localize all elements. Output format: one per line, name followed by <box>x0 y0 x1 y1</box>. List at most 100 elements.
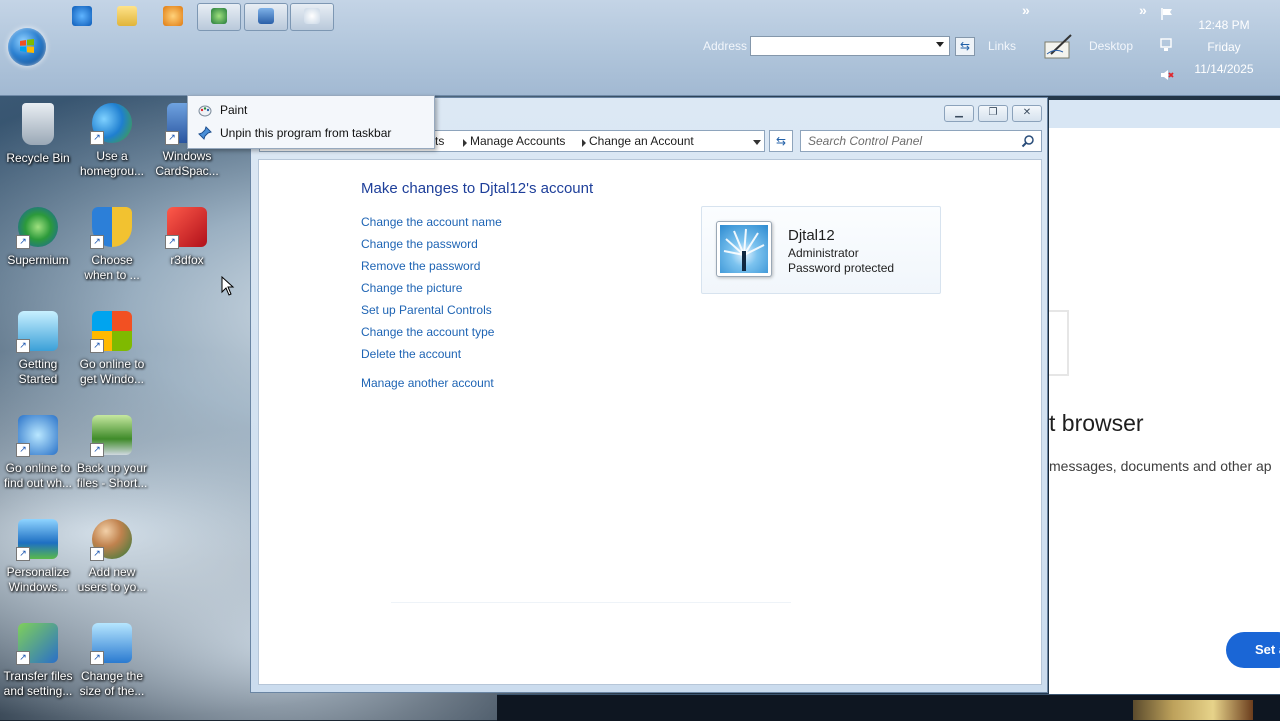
account-password-status: Password protected <box>788 261 895 275</box>
desktop-icon-add-users[interactable]: ↗ Add new users to yo... <box>74 519 150 595</box>
jump-list-item-paint[interactable]: Paint <box>189 99 433 121</box>
desktop-icon-label: Go online to find out wh... <box>3 461 73 490</box>
account-name: Djtal12 <box>788 227 835 244</box>
set-default-button[interactable]: Set a <box>1226 632 1280 668</box>
breadcrumb-separator-icon[interactable] <box>582 139 586 147</box>
desktop-icon-label: Back up your files - Short... <box>76 461 148 490</box>
user-picture-icon <box>720 225 768 273</box>
shortcut-arrow-icon: ↗ <box>90 339 104 353</box>
control-panel-content: Make changes to Djtal12's account Change… <box>258 159 1042 685</box>
backup-icon: ↗ <box>90 415 132 457</box>
desktop-icon-label: Personalize Windows... <box>6 565 70 594</box>
shortcut-arrow-icon: ↗ <box>16 235 30 249</box>
desktop-icon-label: Go online to get Windo... <box>79 357 145 386</box>
r3dfox-icon: ↗ <box>165 207 207 249</box>
clock[interactable]: 12:48 PM Friday 11/14/2025 <box>1186 14 1262 80</box>
background-text: messages, documents and other ap <box>1049 458 1272 474</box>
shortcut-arrow-icon: ↗ <box>90 651 104 665</box>
breadcrumb-change-account[interactable]: Change an Account <box>589 134 694 148</box>
address-go-button[interactable]: ⇆ <box>955 37 975 56</box>
close-button[interactable]: ✕ <box>1012 105 1042 122</box>
desktop-icon-transfer-files[interactable]: ↗ Transfer files and setting... <box>0 623 76 699</box>
breadcrumb-user-accounts[interactable]: ts <box>435 134 444 148</box>
browser-icon <box>211 8 227 24</box>
taskbar-button-paint[interactable] <box>290 3 334 31</box>
desktop-toolbar-icon[interactable] <box>1043 32 1075 60</box>
shortcut-arrow-icon: ↗ <box>16 339 30 353</box>
desktop-icon-label: Choose when to ... <box>84 253 140 282</box>
desktop-icon-r3dfox[interactable]: ↗ r3dfox <box>149 207 225 268</box>
desktop-icon-getting-started[interactable]: ↗ Getting Started <box>0 311 76 387</box>
volume-muted-icon[interactable] <box>1160 68 1174 82</box>
change-account-name-link[interactable]: Change the account name <box>361 215 502 229</box>
breadcrumb-manage-accounts[interactable]: Manage Accounts <box>470 134 565 148</box>
change-picture-link[interactable]: Change the picture <box>361 281 462 295</box>
shortcut-arrow-icon: ↗ <box>16 651 30 665</box>
desktop-icon-change-size[interactable]: ↗ Change the size of the... <box>74 623 150 699</box>
search-icon[interactable] <box>1021 134 1035 148</box>
desktop-icon-recycle-bin[interactable]: Recycle Bin <box>0 103 76 166</box>
shield-icon: ↗ <box>90 207 132 249</box>
supermium-icon: ↗ <box>16 207 58 249</box>
background-window-titlebar <box>1049 100 1280 128</box>
taskbar-button-browser[interactable] <box>197 3 241 31</box>
network-icon[interactable] <box>1160 38 1174 52</box>
start-button[interactable] <box>8 28 46 66</box>
remove-password-link[interactable]: Remove the password <box>361 259 480 273</box>
paint-icon <box>198 105 212 117</box>
desktop-icon-label: Getting Started <box>18 357 58 386</box>
search-control-panel-input[interactable] <box>800 130 1042 152</box>
folder-icon[interactable] <box>117 6 137 26</box>
paint-icon <box>304 8 320 24</box>
shortcut-arrow-icon: ↗ <box>16 547 30 561</box>
media-player-icon[interactable] <box>163 6 183 26</box>
desktop-icon-label: Change the size of the... <box>79 669 145 698</box>
change-account-type-link[interactable]: Change the account type <box>361 325 494 339</box>
getting-started-icon: ↗ <box>16 311 58 353</box>
desktop-icon-choose-when[interactable]: ↗ Choose when to ... <box>74 207 150 283</box>
address-dropdown-icon[interactable] <box>936 42 944 47</box>
pin-icon <box>198 126 212 140</box>
desktop-icon-supermium[interactable]: ↗ Supermium <box>0 207 76 268</box>
background-browser-window[interactable]: t browser messages, documents and other … <box>1049 100 1280 694</box>
desktop-icon-get-windows[interactable]: ↗ Go online to get Windo... <box>74 311 150 387</box>
refresh-button[interactable]: ⇆ <box>769 130 793 152</box>
desktop-icon-personalize[interactable]: ↗ Personalize Windows... <box>0 519 76 595</box>
parental-controls-link[interactable]: Set up Parental Controls <box>361 303 492 317</box>
taskbar-button-control-panel[interactable] <box>244 3 288 31</box>
desktop-icon-label: Windows CardSpac... <box>155 149 219 178</box>
toolbar-overflow-chevron[interactable]: » <box>1022 2 1030 18</box>
background-heading: t browser <box>1049 410 1144 436</box>
address-input[interactable] <box>750 36 950 56</box>
personalize-icon: ↗ <box>16 519 58 561</box>
control-panel-icon <box>258 8 274 24</box>
desktop-toolbar-label[interactable]: Desktop <box>1089 39 1133 53</box>
jump-list-item-label: Unpin this program from taskbar <box>220 126 392 140</box>
desktop-icon-backup[interactable]: ↗ Back up your files - Short... <box>74 415 150 491</box>
desktop-icon-label: Use a homegrou... <box>79 149 145 178</box>
desktop-icon-homegroup[interactable]: ↗ Use a homegrou... <box>74 103 150 179</box>
links-toolbar[interactable]: Links <box>988 39 1016 53</box>
address-toolbar-label: Address <box>703 39 748 53</box>
recycle-bin-icon <box>22 103 54 145</box>
windows-media-icon: ↗ <box>16 415 58 457</box>
breadcrumb-separator-icon[interactable] <box>463 139 467 147</box>
address-history-dropdown-icon[interactable] <box>753 140 761 145</box>
taskbar: » » Address ⇆ Links Desktop 12:48 PM Fri… <box>0 0 1280 96</box>
delete-account-link[interactable]: Delete the account <box>361 347 461 361</box>
control-panel-window[interactable]: ▁ ❐ ✕ ts Manage Accounts Change an Accou… <box>250 97 1048 693</box>
restore-button[interactable]: ❐ <box>978 105 1008 122</box>
minimize-button[interactable]: ▁ <box>944 105 974 122</box>
windows-logo-icon <box>20 39 34 53</box>
clock-date: 11/14/2025 <box>1194 62 1254 76</box>
windows-flag-icon: ↗ <box>90 311 132 353</box>
manage-another-account-link[interactable]: Manage another account <box>361 376 494 390</box>
clock-time: 12:48 PM <box>1198 18 1250 32</box>
desktop-icon-go-online-find-out[interactable]: ↗ Go online to find out wh... <box>0 415 76 491</box>
toolbar-overflow-chevron-2[interactable]: » <box>1139 2 1147 18</box>
shortcut-arrow-icon: ↗ <box>90 443 104 457</box>
jump-list-item-unpin[interactable]: Unpin this program from taskbar <box>189 122 433 144</box>
internet-explorer-icon[interactable] <box>72 6 92 26</box>
action-center-flag-icon[interactable] <box>1160 7 1174 21</box>
change-password-link[interactable]: Change the password <box>361 237 478 251</box>
